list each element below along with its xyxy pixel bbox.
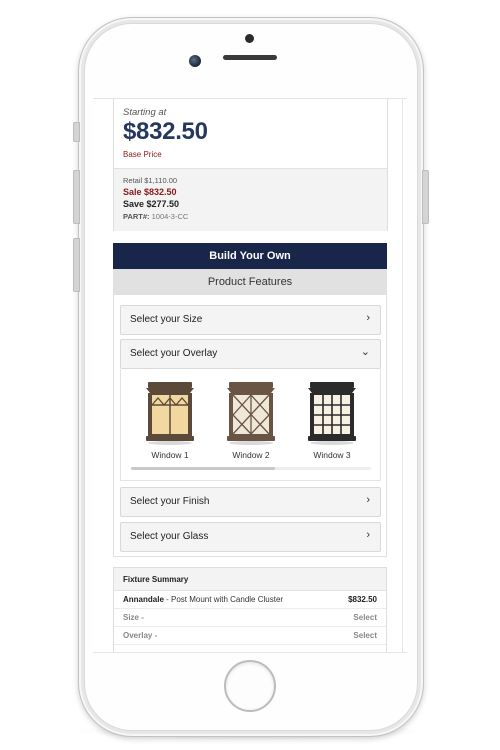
earpiece-speaker [223,55,277,60]
starting-at-label: Starting at [123,107,167,118]
summary-product-row: Annandale - Post Mount with Candle Clust… [114,591,386,609]
overlay-option-caption: Window 1 [151,450,189,460]
overlay-option-caption: Window 3 [313,450,351,460]
phone-screen: Starting at $832.50 Base Price Retail $1… [93,98,407,653]
front-camera-icon [189,55,201,67]
summary-size-row: Size - Select [114,609,386,627]
product-price: $832.50 [348,595,377,604]
glass-accordion-label: Select your Glass [130,531,209,542]
save-amount: Save $277.50 [123,199,180,209]
finish-accordion[interactable]: Select your Finish › [120,487,381,517]
power-button [422,170,429,224]
size-accordion-label: Select your Size [130,314,203,325]
summary-size-label: Size - [123,613,144,622]
overlay-options: Window 1 Window 2 Window 3 [120,369,381,481]
chevron-right-icon: › [366,312,370,324]
chevron-right-icon: › [366,494,370,506]
summary-size-select[interactable]: Select [353,613,377,622]
overlay-accordion-label: Select your Overlay [130,348,218,359]
price-value: $832.50 [123,118,208,145]
summary-overlay-row: Overlay - Select [114,627,386,645]
part-label: PART#: [123,212,150,221]
glass-accordion[interactable]: Select your Glass › [120,522,381,552]
home-button[interactable] [224,660,276,712]
overlay-option-window-3[interactable] [302,379,362,450]
size-accordion[interactable]: Select your Size › [120,305,381,335]
price-panel: Starting at $832.50 Base Price Retail $1… [113,99,388,231]
fixture-summary: Fixture Summary Annandale - Post Mount w… [113,567,387,652]
summary-title: Fixture Summary [123,575,189,584]
lantern-window-icon [308,382,356,445]
price-details: Retail $1,110.00 Sale $832.50 Save $277.… [114,168,387,231]
lantern-window-icon [227,382,275,445]
sale-price: Sale $832.50 [123,187,177,197]
volume-up-button [73,170,80,224]
summary-overlay-select[interactable]: Select [353,631,377,640]
overlay-option-window-1[interactable] [140,379,200,450]
chevron-down-icon: ⌄ [360,346,370,358]
overlay-scrollbar[interactable] [131,467,371,470]
product-desc: - Post Mount with Candle Cluster [163,595,284,604]
overlay-option-window-2[interactable] [221,379,281,450]
product-features-tab[interactable]: Product Features [113,269,387,295]
volume-down-button [73,238,80,292]
mute-switch [73,122,80,142]
build-your-own-header: Build Your Own [113,243,387,269]
part-value: 1004-3-CC [151,212,189,221]
overlay-scroll-thumb[interactable] [131,467,275,470]
summary-overlay-label: Overlay - [123,631,158,640]
chevron-right-icon: › [366,529,370,541]
summary-header: Fixture Summary [114,568,386,591]
overlay-option-caption: Window 2 [232,450,270,460]
overlay-accordion[interactable]: Select your Overlay ⌄ [120,339,381,369]
base-price-label: Base Price [123,150,162,159]
front-sensor-icon [245,34,254,43]
page-scrollbar[interactable] [402,99,403,652]
retail-price: Retail $1,110.00 [123,176,178,185]
part-number: PART#: 1004-3-CC [123,212,188,221]
finish-accordion-label: Select your Finish [130,496,210,507]
product-name: Annandale [123,595,164,604]
lantern-window-icon [146,382,194,445]
